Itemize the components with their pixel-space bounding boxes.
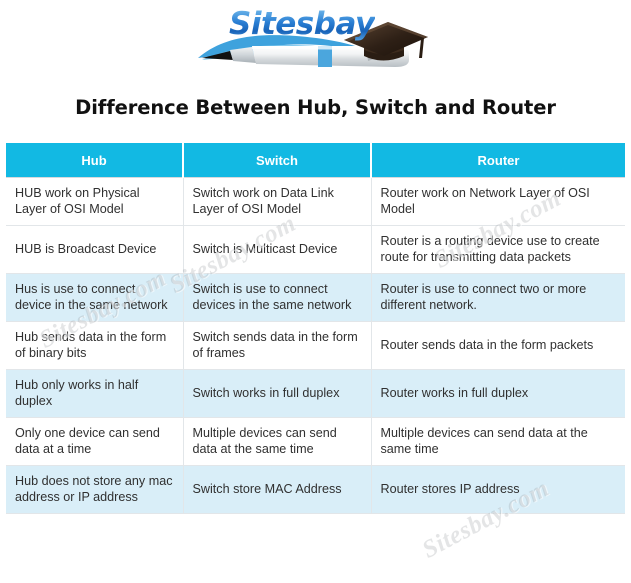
site-logo-banner: Sitesbay Sitesbay [0,0,631,88]
table-head: Hub Switch Router [6,143,625,178]
cell-router: Router is a routing device use to create… [371,225,625,274]
cell-router: Router stores IP address [371,465,625,514]
cell-hub: Hub does not store any mac address or IP… [6,465,184,514]
cell-router: Router works in full duplex [371,369,625,418]
column-header-router: Router [371,143,625,178]
page-title: Difference Between Hub, Switch and Route… [75,96,556,119]
brand-text: Sitesbay [229,6,375,42]
cell-hub: Hub only works in half duplex [6,369,184,418]
table-row: Hub sends data in the form of binary bit… [6,321,625,370]
cell-switch: Switch works in full duplex [183,369,372,418]
cell-router: Router sends data in the form packets [371,321,625,370]
column-header-hub: Hub [6,143,184,178]
table-row: HUB work on Physical Layer of OSI Model … [6,177,625,226]
cell-switch: Switch is use to connect devices in the … [183,273,372,322]
cell-hub: Hus is use to connect device in the same… [6,273,184,322]
table-row: HUB is Broadcast Device Switch is Multic… [6,225,625,274]
cell-router: Router is use to connect two or more dif… [371,273,625,322]
cell-switch: Switch store MAC Address [183,465,372,514]
table-row: Hus is use to connect device in the same… [6,273,625,322]
cell-hub: HUB work on Physical Layer of OSI Model [6,177,184,226]
comparison-table: Hub Switch Router HUB work on Physical L… [6,143,625,514]
table-body: HUB work on Physical Layer of OSI Model … [6,177,625,514]
cell-router: Router work on Network Layer of OSI Mode… [371,177,625,226]
cell-switch: Multiple devices can send data at the sa… [183,417,372,466]
comparison-table-container: Hub Switch Router HUB work on Physical L… [6,143,625,514]
table-header-row: Hub Switch Router [6,143,625,178]
cell-hub: HUB is Broadcast Device [6,225,184,274]
logo-composite[interactable]: Sitesbay Sitesbay [196,4,428,82]
cell-switch: Switch is Multicast Device [183,225,372,274]
table-row: Hub does not store any mac address or IP… [6,465,625,514]
table-row: Only one device can send data at a time … [6,417,625,466]
cell-router: Multiple devices can send data at the sa… [371,417,625,466]
cell-switch: Switch sends data in the form of frames [183,321,372,370]
table-row: Hub only works in half duplex Switch wor… [6,369,625,418]
cell-hub: Only one device can send data at a time [6,417,184,466]
column-header-switch: Switch [183,143,372,178]
cell-hub: Hub sends data in the form of binary bit… [6,321,184,370]
cell-switch: Switch work on Data Link Layer of OSI Mo… [183,177,372,226]
